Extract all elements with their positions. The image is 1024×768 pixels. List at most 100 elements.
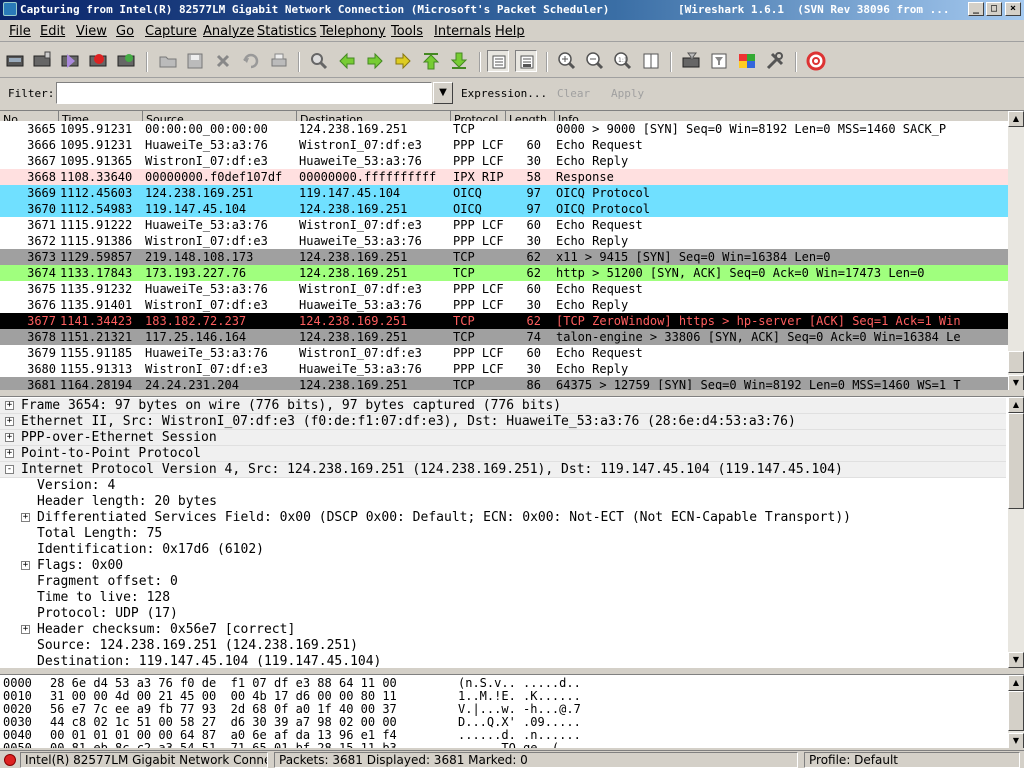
wireshark-app-icon[interactable]: [3, 2, 17, 16]
zoom-normal-icon[interactable]: 1:1: [612, 50, 634, 72]
forward-icon[interactable]: [364, 50, 386, 72]
packet-row[interactable]: 3680 1155.91313 WistronI_07:df:e3 HuaweiTe_…: [0, 361, 1008, 377]
zoom-in-icon[interactable]: [556, 50, 578, 72]
detail-row[interactable]: Version: 4: [0, 478, 1006, 494]
menu-view[interactable]: View: [76, 24, 107, 39]
reload-icon[interactable]: [240, 50, 262, 72]
detail-row[interactable]: + Flags: 0x00: [0, 558, 1006, 574]
scroll-down-button[interactable]: ▼: [1008, 375, 1024, 390]
detail-row[interactable]: + Differentiated Services Field: 0x00 (DS…: [0, 510, 1006, 526]
menu-statistics[interactable]: Statistics: [257, 24, 316, 39]
scroll-up-button[interactable]: ▲: [1008, 111, 1024, 127]
scroll-thumb[interactable]: [1008, 691, 1024, 731]
detail-row[interactable]: Fragment offset: 0: [0, 574, 1006, 590]
zoom-out-icon[interactable]: [584, 50, 606, 72]
packet-row[interactable]: 3673 1129.59857 219.148.108.173 124.238.169…: [0, 249, 1008, 265]
maximize-button[interactable]: □: [986, 2, 1002, 16]
expression-button[interactable]: Expression...: [461, 87, 547, 100]
detail-row[interactable]: Identification: 0x17d6 (6102): [0, 542, 1006, 558]
packet-row[interactable]: 3679 1155.91185 HuaweiTe_53:a3:76 WistronI_…: [0, 345, 1008, 361]
packet-row[interactable]: 3669 1112.45603 124.238.169.251 119.147.45.…: [0, 185, 1008, 201]
open-icon[interactable]: [157, 50, 179, 72]
expand-icon[interactable]: +: [5, 401, 14, 410]
start-icon[interactable]: [59, 50, 81, 72]
detail-row[interactable]: + Ethernet II, Src: WistronI_07:df:e3 (f0…: [0, 414, 1006, 430]
autoscroll-icon[interactable]: [515, 50, 537, 72]
capture-status-icon[interactable]: [4, 754, 16, 766]
packet-row[interactable]: 3672 1115.91386 WistronI_07:df:e3 HuaweiTe_…: [0, 233, 1008, 249]
packet-row[interactable]: 3676 1135.91401 WistronI_07:df:e3 HuaweiTe_…: [0, 297, 1008, 313]
close-file-icon[interactable]: [212, 50, 234, 72]
coloring-rules-icon[interactable]: [736, 50, 758, 72]
options-icon[interactable]: [31, 50, 53, 72]
detail-row[interactable]: + PPP-over-Ethernet Session: [0, 430, 1006, 446]
packet-row[interactable]: 3678 1151.21321 117.25.146.164 124.238.169.…: [0, 329, 1008, 345]
filter-input[interactable]: [56, 82, 432, 104]
detail-row[interactable]: + Point-to-Point Protocol: [0, 446, 1006, 462]
menu-edit[interactable]: Edit: [40, 24, 65, 39]
menu-help[interactable]: Help: [495, 24, 525, 39]
menu-file[interactable]: File: [9, 24, 31, 39]
expand-icon[interactable]: +: [21, 513, 30, 522]
resize-columns-icon[interactable]: [640, 50, 662, 72]
scroll-up-button[interactable]: ▲: [1008, 397, 1024, 413]
packet-row[interactable]: 3668 1108.33640 00000000.f0def107df 0000000…: [0, 169, 1008, 185]
byte-row[interactable]: 0050 00 81 eb 8c c2 a3 54 51 71 65 01 bf …: [0, 742, 1006, 749]
menu-analyze[interactable]: Analyze: [203, 24, 254, 39]
detail-row[interactable]: + Header checksum: 0x56e7 [correct]: [0, 622, 1006, 638]
menu-go[interactable]: Go: [116, 24, 134, 39]
status-profile[interactable]: Profile: Default: [804, 752, 1020, 768]
detail-row[interactable]: Time to live: 128: [0, 590, 1006, 606]
details-scrollbar[interactable]: ▲ ▼: [1008, 397, 1024, 668]
packet-row[interactable]: 3675 1135.91232 HuaweiTe_53:a3:76 WistronI_…: [0, 281, 1008, 297]
colorize-icon[interactable]: [487, 50, 509, 72]
find-icon[interactable]: [308, 50, 330, 72]
packet-row[interactable]: 3671 1115.91222 HuaweiTe_53:a3:76 WistronI_…: [0, 217, 1008, 233]
preferences-icon[interactable]: [764, 50, 786, 72]
menu-internals[interactable]: Internals: [434, 24, 491, 39]
menu-telephony[interactable]: Telephony: [320, 24, 386, 39]
help-icon[interactable]: [805, 50, 827, 72]
filter-dropdown-button[interactable]: ▼: [433, 82, 453, 104]
scroll-up-button[interactable]: ▲: [1008, 675, 1024, 691]
packet-list-scrollbar[interactable]: ▲ ▼: [1008, 111, 1024, 390]
last-icon[interactable]: [448, 50, 470, 72]
expand-icon[interactable]: +: [5, 433, 14, 442]
display-filters-icon[interactable]: [708, 50, 730, 72]
title-bar[interactable]: Capturing from Intel(R) 82577LM Gigabit …: [0, 0, 1024, 20]
capture-filters-icon[interactable]: [680, 50, 702, 72]
collapse-icon[interactable]: -: [5, 465, 14, 474]
packet-row[interactable]: 3665 1095.91231 00:00:00_00:00:00 124.238.1…: [0, 121, 1008, 137]
expand-icon[interactable]: +: [21, 561, 30, 570]
packet-row[interactable]: 3674 1133.17843 173.193.227.76 124.238.169.…: [0, 265, 1008, 281]
minimize-button[interactable]: _: [968, 2, 984, 16]
menu-tools[interactable]: Tools: [391, 24, 423, 39]
expand-icon[interactable]: +: [21, 625, 30, 634]
packet-row[interactable]: 3670 1112.54983 119.147.45.104 124.238.169.…: [0, 201, 1008, 217]
print-icon[interactable]: [268, 50, 290, 72]
packet-row[interactable]: 3666 1095.91231 HuaweiTe_53:a3:76 WistronI_…: [0, 137, 1008, 153]
apply-button[interactable]: Apply: [611, 87, 644, 100]
detail-row[interactable]: Destination: 119.147.45.104 (119.147.45.…: [0, 654, 1006, 668]
expand-icon[interactable]: +: [5, 449, 14, 458]
scroll-thumb[interactable]: [1008, 351, 1024, 373]
first-icon[interactable]: [420, 50, 442, 72]
scroll-down-button[interactable]: ▼: [1008, 733, 1024, 748]
bytes-scrollbar[interactable]: ▲ ▼: [1008, 675, 1024, 748]
detail-row[interactable]: Protocol: UDP (17): [0, 606, 1006, 622]
packet-row[interactable]: 3681 1164.28194 24.24.231.204 124.238.169.2…: [0, 377, 1008, 390]
clear-button[interactable]: Clear: [557, 87, 590, 100]
save-icon[interactable]: [184, 50, 206, 72]
detail-row[interactable]: - Internet Protocol Version 4, Src: 124.2…: [0, 462, 1006, 478]
close-button[interactable]: ×: [1005, 2, 1021, 16]
restart-icon[interactable]: [115, 50, 137, 72]
goto-icon[interactable]: [392, 50, 414, 72]
interfaces-icon[interactable]: [4, 50, 26, 72]
detail-row[interactable]: Total Length: 75: [0, 526, 1006, 542]
scroll-thumb[interactable]: [1008, 413, 1024, 509]
back-icon[interactable]: [336, 50, 358, 72]
detail-row[interactable]: Header length: 20 bytes: [0, 494, 1006, 510]
detail-row[interactable]: + Frame 3654: 97 bytes on wire (776 bits)…: [0, 398, 1006, 414]
scroll-down-button[interactable]: ▼: [1008, 652, 1024, 668]
expand-icon[interactable]: +: [5, 417, 14, 426]
